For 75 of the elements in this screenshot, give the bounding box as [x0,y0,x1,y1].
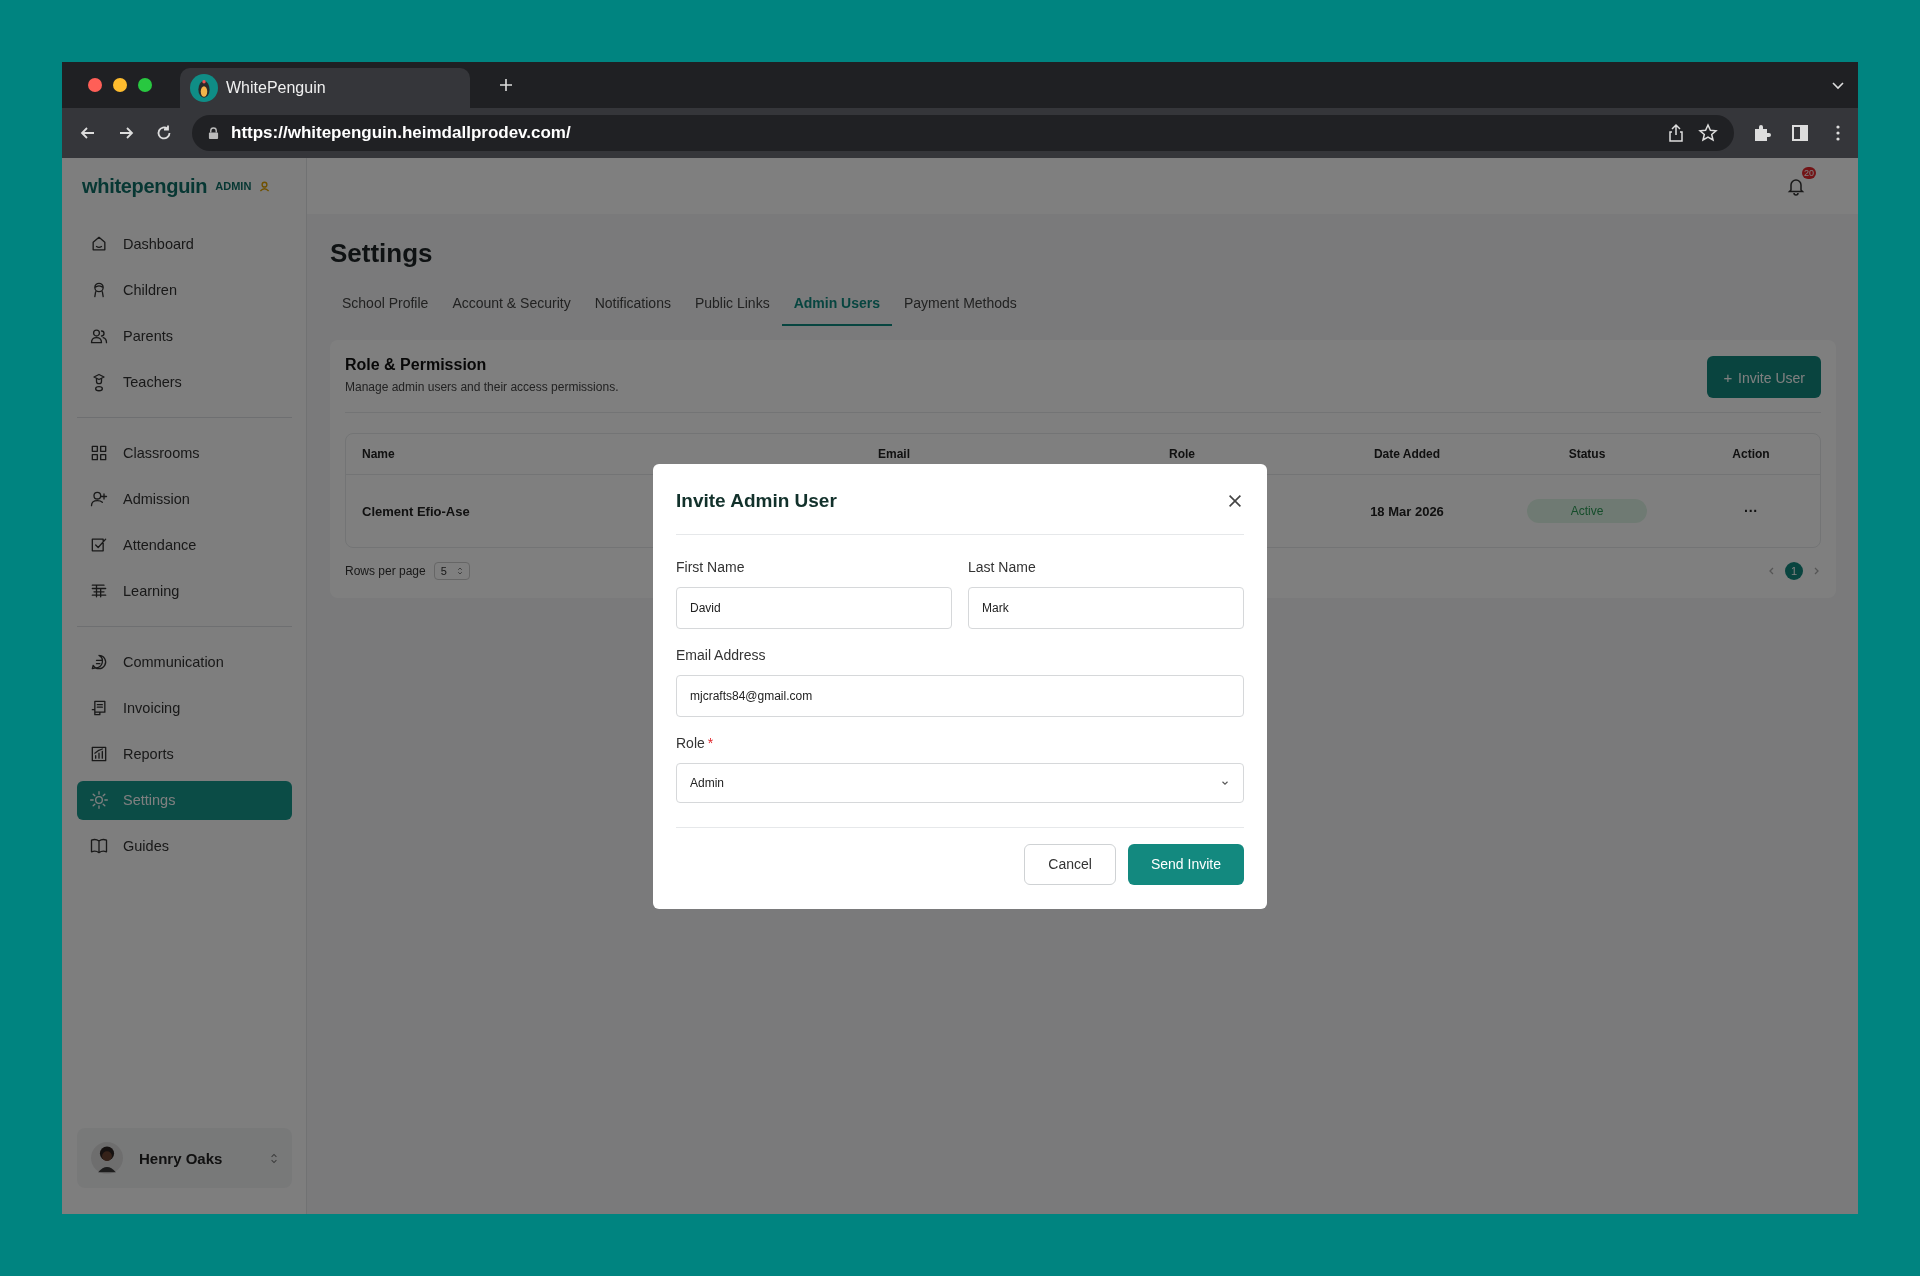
tab[interactable]: Account & Security [440,287,583,326]
sidebar-item[interactable]: Reports [77,734,292,774]
page-number[interactable]: 1 [1785,562,1803,580]
sort-icon [270,1151,278,1165]
avatar [91,1142,123,1174]
first-name-field[interactable]: David [676,586,952,629]
penguin-icon [190,74,218,102]
status-pill: Active [1526,499,1648,523]
user-icon [259,180,271,192]
last-name-field[interactable]: Mark [968,586,1244,629]
maximize-window-icon[interactable] [138,78,152,92]
close-window-icon[interactable] [88,78,102,92]
document-icon [89,698,109,718]
send-invite-button[interactable]: Send Invite [1127,843,1244,885]
column-header: Name [361,447,396,461]
share-icon[interactable] [1666,123,1686,143]
sidebar-item[interactable]: Learning [77,571,292,611]
new-tab-icon[interactable] [498,77,514,93]
logo[interactable]: whitepenguin [82,174,208,198]
sidebar-item[interactable]: Communication [77,642,292,682]
notification-count: 20 [1802,167,1816,179]
column-header: Status [1567,447,1607,461]
column-header: Role [1168,447,1196,461]
email-field[interactable]: mjcrafts84@gmail.com [676,674,1244,717]
tab[interactable]: Public Links [682,287,782,326]
side-panel-icon[interactable] [1790,123,1810,143]
add-user-icon [89,489,109,509]
chart-icon [89,744,109,764]
section-description: Manage admin users and their access permissions. [345,380,619,394]
required-mark: * [707,734,714,751]
more-actions-button[interactable]: ··· [1744,503,1758,519]
sidebar-item[interactable]: Children [77,270,292,310]
invite-user-button[interactable]: + Invite User [1707,356,1821,398]
minimize-window-icon[interactable] [113,78,127,92]
bell-icon[interactable] [1786,176,1806,196]
browser-tab[interactable]: WhitePenguin [180,68,470,108]
table-cell-text: 18 Mar 2026 [1369,503,1445,519]
address-bar[interactable]: https://whitepenguin.heimdallprodev.com/ [192,115,1734,151]
field-label: Email Address [676,646,767,663]
sidebar-item[interactable]: Parents [77,316,292,356]
check-icon [89,535,109,555]
column-header: Date Added [1372,447,1442,461]
section-title: Role & Permission [345,356,488,374]
sidebar-item[interactable]: Invoicing [77,688,292,728]
book-icon [89,836,109,856]
sidebar-item[interactable]: Classrooms [77,433,292,473]
page-title: Settings [330,238,434,269]
sidebar-item[interactable]: Dashboard [77,224,292,264]
sort-icon [456,566,463,576]
tab[interactable]: Admin Users [781,287,892,326]
rows-per-page-label: Rows per page [345,564,426,578]
sidebar-item[interactable]: Teachers [77,362,292,402]
grid-icon [89,443,109,463]
dialog-title: Invite Admin User [676,489,837,512]
table-cell-text: Clement Efio-Ase [361,503,471,519]
tab[interactable]: Payment Methods [892,287,1029,326]
column-header: Action [1731,447,1771,461]
sidebar-item[interactable]: Guides [77,826,292,866]
column-header: Email [877,447,911,461]
sidebar-item[interactable]: Attendance [77,525,292,565]
puzzle-icon[interactable] [1752,123,1772,143]
field-label: Role [676,734,705,751]
tab[interactable]: Notifications [582,287,683,326]
cancel-button[interactable]: Cancel [1024,843,1116,885]
role-label: ADMIN [215,180,252,192]
role-select[interactable]: Admin [676,762,1244,803]
lock-icon [208,126,219,140]
tab[interactable]: School Profile [330,287,441,326]
rows-per-page-select[interactable]: 5 [433,562,470,580]
sidebar-item[interactable]: Settings [77,780,292,820]
star-icon[interactable] [1698,123,1718,143]
user-menu[interactable]: Henry Oaks [77,1128,292,1188]
field-label: Last Name [968,558,1037,575]
sidebar-item[interactable]: Admission [77,479,292,519]
field-label: First Name [676,558,746,575]
